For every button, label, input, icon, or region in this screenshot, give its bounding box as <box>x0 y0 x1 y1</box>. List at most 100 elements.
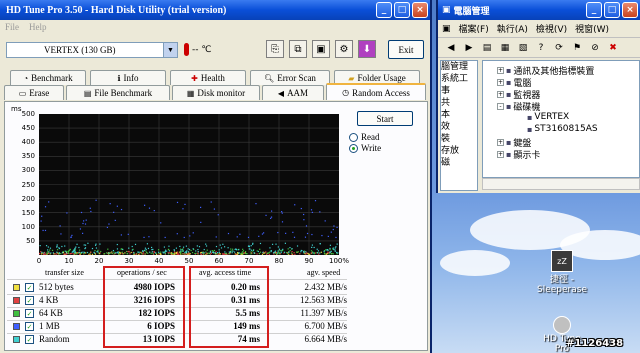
data-point <box>43 253 45 255</box>
read-radio[interactable] <box>349 132 358 142</box>
data-point <box>231 252 233 254</box>
copy-info-icon[interactable]: ⎘ <box>266 40 284 58</box>
back-arrow-icon[interactable]: ◀ <box>444 41 458 55</box>
data-point <box>198 246 201 248</box>
data-point <box>122 253 125 255</box>
options-icon[interactable]: ⚙ <box>335 40 353 58</box>
copy-text-icon[interactable]: ⧉ <box>289 40 307 58</box>
data-point <box>120 234 122 236</box>
desktop-icon-label: 捷徑 - Sleeperase <box>537 275 587 295</box>
cm-left-item[interactable]: 本 <box>441 109 477 121</box>
y-tick-label: 250 <box>21 180 35 189</box>
data-point <box>331 252 333 255</box>
write-option[interactable]: Write <box>349 143 381 153</box>
cm-left-item[interactable]: 磁 <box>441 157 477 169</box>
series-checkbox[interactable]: ✓ <box>25 322 34 331</box>
expand-toggle-icon[interactable]: + <box>497 151 504 158</box>
data-point <box>217 214 219 216</box>
exit-button[interactable]: Exit <box>388 40 424 59</box>
series-checkbox[interactable]: ✓ <box>25 283 34 292</box>
cm-left-item[interactable]: 腦管理 <box>441 61 477 73</box>
help-icon[interactable]: ? <box>534 41 548 55</box>
expand-toggle-icon[interactable]: + <box>497 67 504 74</box>
minimize-button[interactable]: _ <box>376 2 392 18</box>
data-point <box>113 252 116 255</box>
start-button[interactable]: Start <box>357 111 413 126</box>
save-icon[interactable]: ▣ <box>312 40 330 58</box>
maximize-button[interactable]: □ <box>394 2 410 18</box>
data-point <box>47 246 49 248</box>
data-point <box>71 234 73 237</box>
tab-benchmark[interactable]: ◔ Benchmark <box>10 70 86 85</box>
cm-menu-file[interactable]: 檔案(F) <box>459 22 489 35</box>
data-point <box>178 253 180 255</box>
cm-menu-action[interactable]: 執行(A) <box>497 22 528 35</box>
tab-erase[interactable]: ▭ Erase <box>4 85 64 100</box>
forward-arrow-icon[interactable]: ▶ <box>462 41 476 55</box>
expand-toggle-icon[interactable]: + <box>497 91 504 98</box>
download-icon[interactable]: ⬇ <box>358 40 376 58</box>
drive-select[interactable]: VERTEX (130 GB) ▼ <box>6 42 178 58</box>
disable-icon[interactable]: ⊘ <box>588 41 602 55</box>
uninstall-icon[interactable]: ✖ <box>606 41 620 55</box>
data-point <box>94 250 96 252</box>
tree-item[interactable]: ▪ VERTEX <box>527 112 569 122</box>
tab-error-scan[interactable]: 🔍︎ Error Scan <box>250 70 330 85</box>
cm-left-item[interactable]: 效 <box>441 121 477 133</box>
data-point <box>145 248 147 251</box>
tab-aam[interactable]: ◀ AAM <box>262 85 324 100</box>
data-point <box>109 203 111 205</box>
cm-menu-window[interactable]: 視窗(W) <box>575 22 609 35</box>
menu-file[interactable]: File <box>5 22 19 32</box>
tab-health[interactable]: ✚ Health <box>170 70 246 85</box>
cm-maximize-button[interactable]: □ <box>604 2 620 18</box>
tab-info[interactable]: ℹ Info <box>90 70 166 85</box>
data-point <box>329 251 331 254</box>
data-point <box>41 251 43 253</box>
tree-item[interactable]: + ▪ 顯示卡 <box>497 148 540 161</box>
desktop-icon-sleeperase[interactable]: zZ 捷徑 - Sleeperase <box>537 250 587 295</box>
chevron-down-icon[interactable]: ▼ <box>163 43 177 57</box>
properties-icon[interactable]: ▧ <box>516 41 530 55</box>
read-option[interactable]: Read <box>349 132 380 142</box>
update-driver-icon[interactable]: ⚑ <box>570 41 584 55</box>
cm-menu-view[interactable]: 檢視(V) <box>536 22 567 35</box>
data-point <box>230 248 232 250</box>
horizontal-scrollbar[interactable] <box>482 178 640 190</box>
menu-help[interactable]: Help <box>29 22 47 32</box>
up-folder-icon[interactable]: ▤ <box>480 41 494 55</box>
cm-close-button[interactable]: × <box>622 2 638 18</box>
data-point <box>40 220 42 222</box>
cm-left-item[interactable]: 裝 <box>441 133 477 145</box>
close-button[interactable]: × <box>412 2 428 18</box>
cm-minimize-button[interactable]: _ <box>586 2 602 18</box>
data-point <box>211 250 213 252</box>
file-icon: ▤ <box>83 88 92 98</box>
show-tree-icon[interactable]: ▦ <box>498 41 512 55</box>
data-point <box>324 220 326 222</box>
tab-file-benchmark[interactable]: ▤ File Benchmark <box>66 85 170 100</box>
cm-left-item[interactable]: 共 <box>441 97 477 109</box>
data-point <box>175 247 178 249</box>
cm-left-item[interactable]: 事 <box>441 85 477 97</box>
tab-random-access[interactable]: ◷ Random Access <box>326 83 426 100</box>
hdtune-titlebar[interactable]: HD Tune Pro 3.50 - Hard Disk Utility (tr… <box>0 0 430 20</box>
computer-icon: ▣ <box>442 5 451 15</box>
expand-toggle-icon[interactable]: + <box>497 79 504 86</box>
data-point <box>131 245 133 248</box>
series-checkbox[interactable]: ✓ <box>25 309 34 318</box>
data-point <box>314 200 317 202</box>
tree-item[interactable]: ▪ ST3160815AS <box>527 124 598 134</box>
data-point <box>319 252 321 254</box>
data-point <box>127 250 129 253</box>
scan-hardware-icon[interactable]: ⟳ <box>552 41 566 55</box>
tab-disk-monitor[interactable]: ▦ Disk monitor <box>172 85 260 100</box>
expand-toggle-icon[interactable]: - <box>497 103 504 110</box>
cm-left-item[interactable]: 系統工 <box>441 73 477 85</box>
series-checkbox[interactable]: ✓ <box>25 335 34 344</box>
data-point <box>300 207 302 210</box>
cm-left-item[interactable]: 存放 <box>441 145 477 157</box>
series-checkbox[interactable]: ✓ <box>25 296 34 305</box>
write-radio[interactable] <box>349 143 358 153</box>
expand-toggle-icon[interactable]: + <box>497 139 504 146</box>
